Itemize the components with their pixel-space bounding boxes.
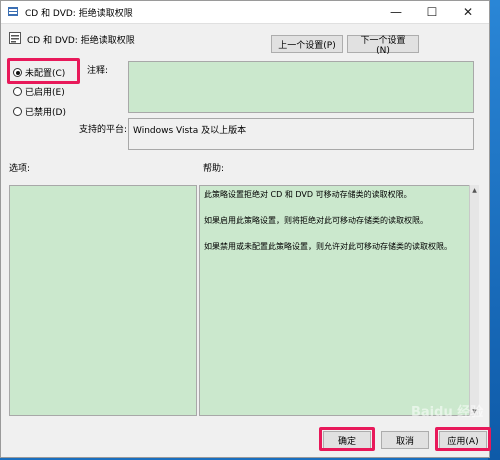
highlight-box-apply xyxy=(435,427,491,451)
scroll-up-icon[interactable]: ▲ xyxy=(470,185,479,195)
radio-button[interactable] xyxy=(13,107,22,116)
help-paragraph: 此策略设置拒绝对 CD 和 DVD 可移动存储类的读取权限。 xyxy=(204,190,412,199)
policy-title: CD 和 DVD: 拒绝读取权限 xyxy=(27,36,135,46)
comment-textarea[interactable] xyxy=(128,61,474,113)
radio-label-disabled: 已禁用(D) xyxy=(25,108,66,118)
close-button[interactable]: ✕ xyxy=(450,1,486,23)
policy-settings-icon xyxy=(9,32,21,44)
radio-disabled[interactable]: 已禁用(D) xyxy=(13,105,66,118)
help-paragraph: 如果禁用或未配置此策略设置，则允许对此可移动存储类的读取权限。 xyxy=(204,242,452,251)
options-pane xyxy=(9,185,197,416)
title-bar: CD 和 DVD: 拒绝读取权限 — ☐ ✕ xyxy=(1,1,489,24)
window-title: CD 和 DVD: 拒绝读取权限 xyxy=(25,9,133,19)
cancel-button[interactable]: 取消 xyxy=(381,431,429,449)
policy-dialog: CD 和 DVD: 拒绝读取权限 — ☐ ✕ CD 和 DVD: 拒绝读取权限 … xyxy=(0,0,491,458)
watermark: Baidu 经验 xyxy=(411,405,484,420)
help-paragraph: 如果启用此策略设置，则将拒绝对此可移动存储类的读取权限。 xyxy=(204,216,428,225)
help-label: 帮助: xyxy=(203,164,225,174)
radio-label-enabled: 已启用(E) xyxy=(25,88,65,98)
help-scrollbar[interactable]: ▲ ▼ xyxy=(469,185,479,416)
comment-label: 注释: xyxy=(87,66,109,76)
maximize-button[interactable]: ☐ xyxy=(414,1,450,23)
help-pane: 此策略设置拒绝对 CD 和 DVD 可移动存储类的读取权限。 如果启用此策略设置… xyxy=(199,185,479,416)
highlight-box-radio xyxy=(7,58,80,84)
previous-setting-button[interactable]: 上一个设置(P) xyxy=(271,35,343,53)
supported-platform-label: 支持的平台: xyxy=(79,125,128,135)
supported-platform-field: Windows Vista 及以上版本 xyxy=(128,118,474,150)
next-setting-button[interactable]: 下一个设置(N) xyxy=(347,35,419,56)
radio-button[interactable] xyxy=(13,87,22,96)
radio-enabled[interactable]: 已启用(E) xyxy=(13,85,65,98)
policy-app-icon xyxy=(8,7,18,16)
options-label: 选项: xyxy=(9,164,31,174)
highlight-box-ok xyxy=(319,427,375,451)
minimize-button[interactable]: — xyxy=(378,1,414,23)
